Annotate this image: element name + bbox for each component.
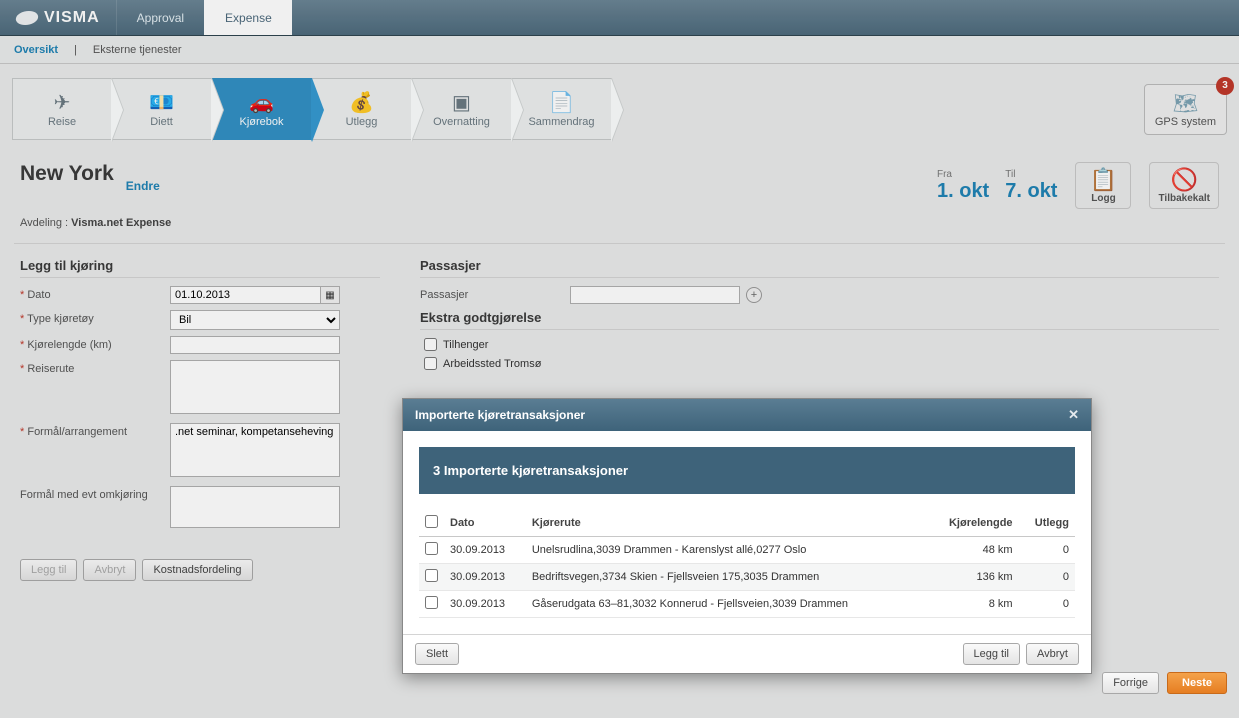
date-input[interactable] [170, 286, 320, 304]
gps-badge: 3 [1216, 77, 1234, 95]
workflow-steps: ✈ Reise 💶 Diett 🚗 Kjørebok 💰 Utlegg ▣ Ov… [0, 64, 1239, 140]
col-date: Dato [444, 510, 526, 537]
step-utlegg[interactable]: 💰 Utlegg [312, 78, 412, 140]
add-driving-heading: Legg til kjøring [20, 258, 380, 278]
modal-titlebar: Importerte kjøretransaksjoner ✕ [403, 399, 1091, 431]
trip-title: New York [20, 162, 114, 186]
passenger-heading: Passasjer [420, 258, 1219, 278]
modal-cancel-button[interactable]: Avbryt [1026, 643, 1079, 665]
close-icon[interactable]: ✕ [1068, 407, 1079, 423]
gps-system-button[interactable]: 🗺 GPS system 3 [1144, 84, 1227, 135]
step-overnatting[interactable]: ▣ Overnatting [412, 78, 512, 140]
money-bag-icon: 💰 [349, 90, 374, 114]
date-range: Fra 1. okt Til 7. okt [937, 169, 1058, 203]
map-icon: 🗺 [1155, 91, 1216, 116]
add-passenger-icon[interactable]: + [746, 287, 762, 303]
step-reise[interactable]: ✈ Reise [12, 78, 112, 140]
subnav-divider: | [74, 44, 77, 56]
step-sammendrag[interactable]: 📄 Sammendrag [512, 78, 612, 140]
detour-label: Formål med evt omkjøring [20, 486, 170, 501]
calendar-icon[interactable]: ▦ [320, 286, 340, 304]
add-button[interactable]: Legg til [20, 559, 77, 581]
subnav-overview[interactable]: Oversikt [14, 44, 58, 56]
route-input[interactable] [170, 360, 340, 414]
tab-approval[interactable]: Approval [116, 0, 204, 35]
prev-button[interactable]: Forrige [1102, 672, 1159, 694]
col-expense: Utlegg [1019, 510, 1075, 537]
modal-add-button[interactable]: Legg til [963, 643, 1020, 665]
select-all-checkbox[interactable] [425, 515, 438, 528]
purpose-label: Formål/arrangement [20, 423, 170, 438]
table-row[interactable]: 30.09.2013 Bedriftsvegen,3734 Skien - Fj… [419, 564, 1075, 591]
distance-input[interactable] [170, 336, 340, 354]
log-button[interactable]: 📋 Logg [1075, 162, 1131, 209]
purpose-input[interactable]: .net seminar, kompetanseheving [170, 423, 340, 477]
date-to: 7. okt [1005, 180, 1057, 203]
trailer-checkbox[interactable] [424, 338, 437, 351]
cancel-button[interactable]: Avbryt [83, 559, 136, 581]
col-route: Kjørerute [526, 510, 926, 537]
import-modal: Importerte kjøretransaksjoner ✕ 3 Import… [402, 398, 1092, 674]
no-entry-icon: 🚫 [1158, 167, 1210, 193]
logo: VISMA [0, 0, 116, 35]
summary-icon: 📄 [549, 90, 574, 114]
change-link[interactable]: Endre [126, 179, 160, 193]
row-checkbox[interactable] [425, 542, 438, 555]
pillow-icon: ▣ [452, 90, 471, 114]
date-from-label: Fra [937, 169, 989, 180]
department-line: Avdeling : Visma.net Expense [0, 217, 1239, 243]
table-row[interactable]: 30.09.2013 Gåserudgata 63–81,3032 Konner… [419, 591, 1075, 618]
checklist-icon: 📋 [1084, 167, 1122, 193]
route-label: Reiserute [20, 360, 170, 375]
subnav-external[interactable]: Eksterne tjenester [93, 44, 182, 56]
logo-swoosh-icon [14, 11, 40, 25]
modal-delete-button[interactable]: Slett [415, 643, 459, 665]
modal-banner: 3 Importerte kjøretransaksjoner [419, 447, 1075, 494]
step-diett[interactable]: 💶 Diett [112, 78, 212, 140]
tab-expense[interactable]: Expense [204, 0, 292, 35]
step-kjorebok[interactable]: 🚗 Kjørebok [212, 78, 312, 140]
trip-header: New York Endre Fra 1. okt Til 7. okt 📋 L… [0, 140, 1239, 217]
detour-input[interactable] [170, 486, 340, 528]
passenger-input[interactable] [570, 286, 740, 304]
col-distance: Kjørelengde [926, 510, 1018, 537]
extra-heading: Ekstra godtgjørelse [420, 310, 1219, 330]
workplace-checkbox[interactable] [424, 357, 437, 370]
subnav: Oversikt | Eksterne tjenester [0, 36, 1239, 64]
footer-nav: Forrige Neste [1102, 672, 1227, 694]
import-table: Dato Kjørerute Kjørelengde Utlegg 30.09.… [419, 510, 1075, 618]
car-icon: 🚗 [249, 90, 274, 114]
distance-label: Kjørelengde (km) [20, 336, 170, 351]
row-checkbox[interactable] [425, 569, 438, 582]
vehicle-label: Type kjøretøy [20, 310, 170, 325]
topbar: VISMA Approval Expense [0, 0, 1239, 36]
plane-icon: ✈ [54, 90, 71, 114]
next-button[interactable]: Neste [1167, 672, 1227, 694]
trailer-label: Tilhenger [443, 339, 488, 351]
recalled-button[interactable]: 🚫 Tilbakekalt [1149, 162, 1219, 209]
row-checkbox[interactable] [425, 596, 438, 609]
date-to-label: Til [1005, 169, 1057, 180]
date-from: 1. okt [937, 180, 989, 203]
brand-text: VISMA [44, 9, 100, 27]
passenger-label: Passasjer [420, 286, 570, 301]
table-row[interactable]: 30.09.2013 Unelsrudlina,3039 Drammen - K… [419, 537, 1075, 564]
money-hand-icon: 💶 [149, 90, 174, 114]
workplace-label: Arbeidssted Tromsø [443, 358, 541, 370]
gps-label: GPS system [1155, 116, 1216, 128]
cost-allocation-button[interactable]: Kostnadsfordeling [142, 559, 252, 581]
modal-title: Importerte kjøretransaksjoner [415, 408, 585, 422]
vehicle-select[interactable]: Bil [170, 310, 340, 330]
date-label: Dato [20, 286, 170, 301]
